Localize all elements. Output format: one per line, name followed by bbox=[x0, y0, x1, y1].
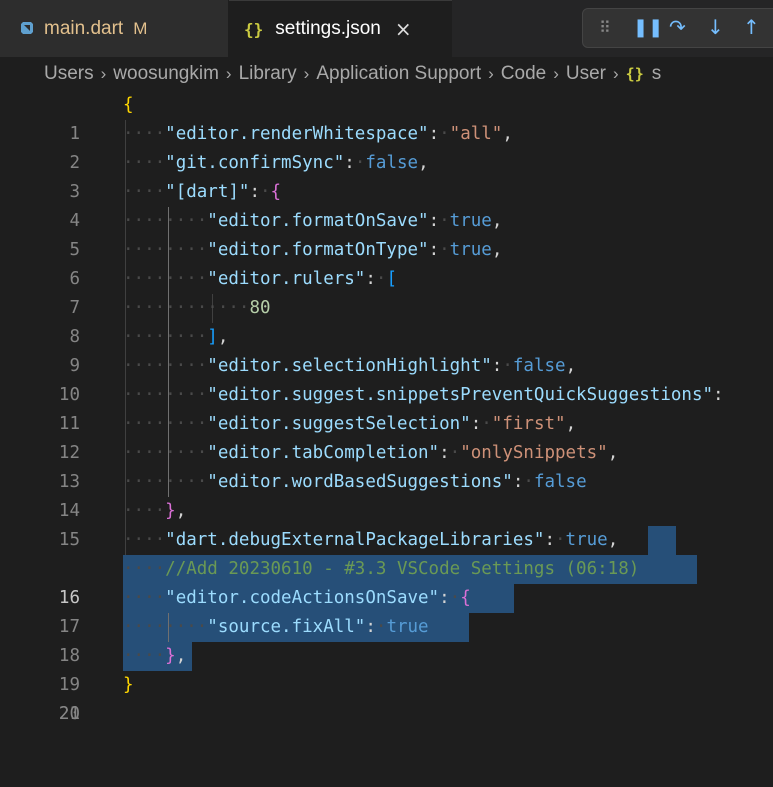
code-text: ····}, bbox=[123, 501, 187, 521]
breadcrumb-item[interactable]: woosungkim bbox=[113, 63, 219, 85]
code-text: ····//Add 20230610 - #3.3 VSCode Setting… bbox=[123, 559, 640, 579]
code-text: ········"editor.suggestSelection":·"firs… bbox=[123, 414, 577, 434]
tab-label: main.dart bbox=[44, 17, 124, 39]
modified-indicator: M bbox=[133, 18, 148, 38]
json-braces-icon: {} bbox=[244, 19, 264, 39]
chevron-right-icon: › bbox=[488, 64, 494, 83]
code-text: { bbox=[123, 95, 134, 115]
code-text: ········"editor.formatOnSave":·true, bbox=[123, 211, 503, 231]
breadcrumb-item[interactable]: Users bbox=[44, 63, 94, 85]
chevron-right-icon: › bbox=[613, 64, 619, 83]
code-line[interactable]: 20 ····}, bbox=[0, 642, 773, 724]
code-text: ········"editor.selectionHighlight":·fal… bbox=[123, 356, 577, 376]
code-line[interactable]: 1 { bbox=[0, 91, 773, 144]
step-over-icon[interactable]: ↷ bbox=[669, 15, 686, 39]
code-text: ········"source.fixAll":·true bbox=[123, 617, 429, 637]
code-text: ········"editor.suggest.snippetsPreventQ… bbox=[123, 385, 724, 405]
code-line[interactable]: 8 ············80 bbox=[0, 294, 773, 347]
debug-toolbar: ⠿ ❚❚ ↷ ↓ ↑ bbox=[582, 8, 773, 48]
code-text: ····"dart.debugExternalPackageLibraries"… bbox=[123, 530, 619, 550]
code-line[interactable]: 4 ····"[dart]":·{ bbox=[0, 178, 773, 231]
step-out-icon[interactable]: ↑ bbox=[743, 15, 760, 39]
dart-icon bbox=[21, 22, 33, 34]
chevron-right-icon: › bbox=[303, 64, 310, 83]
breadcrumb-item[interactable]: Application Support bbox=[316, 63, 481, 85]
code-text: ····"[dart]":·{ bbox=[123, 182, 282, 202]
code-text: ····"git.confirmSync":·false, bbox=[123, 153, 429, 173]
chevron-right-icon: › bbox=[225, 64, 232, 83]
code-line[interactable]: 5 ········"editor.formatOnSave":·true, bbox=[0, 207, 773, 260]
tab-settings-json[interactable]: {} settings.json × bbox=[229, 0, 452, 57]
code-line[interactable]: 13 ········"editor.tabCompletion":·"only… bbox=[0, 439, 773, 492]
chevron-right-icon: › bbox=[553, 64, 559, 83]
tab-bar: main.dart M {} settings.json × ⠿ ❚❚ ↷ ↓ … bbox=[0, 0, 773, 57]
code-text: ········"editor.formatOnType":·true, bbox=[123, 240, 503, 260]
code-text: ····"editor.codeActionsOnSave":·{ bbox=[123, 588, 471, 608]
code-line[interactable]: 18 ····"editor.codeActionsOnSave":·{ bbox=[0, 584, 773, 666]
code-line[interactable]: 15 ····}, bbox=[0, 497, 773, 550]
breadcrumb-item[interactable]: Library bbox=[239, 63, 297, 85]
code-text: } bbox=[123, 675, 134, 695]
code-line[interactable]: 6 ········"editor.formatOnType":·true, bbox=[0, 236, 773, 289]
code-line[interactable]: 3 ····"git.confirmSync":·false, bbox=[0, 149, 773, 202]
code-line[interactable]: 12 ········"editor.suggestSelection":·"f… bbox=[0, 410, 773, 463]
code-text: ············80 bbox=[123, 298, 271, 318]
chevron-right-icon: › bbox=[100, 64, 107, 83]
breadcrumb-item[interactable]: Code bbox=[501, 63, 546, 85]
selection-highlight bbox=[648, 526, 676, 555]
code-line[interactable]: 21 } bbox=[0, 671, 773, 724]
code-line[interactable]: 2 ····"editor.renderWhitespace":·"all", bbox=[0, 120, 773, 173]
code-text: ········], bbox=[123, 327, 229, 347]
tab-label: settings.json bbox=[275, 18, 381, 39]
pause-icon[interactable]: ❚❚ bbox=[633, 17, 663, 38]
breadcrumb-item[interactable]: User bbox=[566, 63, 606, 85]
code-line[interactable]: 10 ········"editor.selectionHighlight":·… bbox=[0, 352, 773, 405]
code-line[interactable]: 7 ········"editor.rulers":·[ bbox=[0, 265, 773, 318]
code-line-active[interactable]: 16 ····"dart.debugExternalPackageLibrari… bbox=[0, 526, 773, 608]
line-number: 21 bbox=[58, 704, 80, 724]
breadcrumb: Users › woosungkim › Library › Applicati… bbox=[0, 57, 773, 91]
breadcrumb-item[interactable]: s bbox=[652, 63, 662, 85]
code-line[interactable]: 14 ········"editor.wordBasedSuggestions"… bbox=[0, 468, 773, 521]
step-into-icon[interactable]: ↓ bbox=[707, 15, 724, 39]
json-braces-icon: {} bbox=[625, 65, 644, 83]
code-line[interactable]: 9 ········], bbox=[0, 323, 773, 376]
close-icon[interactable]: × bbox=[395, 17, 412, 41]
code-line[interactable]: 19 ········"source.fixAll":·true bbox=[0, 613, 773, 695]
tab-main-dart[interactable]: main.dart M bbox=[0, 0, 229, 57]
code-text: ····"editor.renderWhitespace":·"all", bbox=[123, 124, 513, 144]
drag-grip-icon[interactable]: ⠿ bbox=[599, 18, 611, 37]
code-line[interactable]: 17 ····//Add 20230610 - #3.3 VSCode Sett… bbox=[0, 555, 773, 637]
code-editor[interactable]: 1 { 2 ····"editor.renderWhitespace":·"al… bbox=[0, 91, 773, 724]
code-line[interactable]: 11 ········"editor.suggest.snippetsPreve… bbox=[0, 381, 773, 434]
code-text: ········"editor.wordBasedSuggestions":·f… bbox=[123, 472, 587, 492]
code-text: ········"editor.rulers":·[ bbox=[123, 269, 397, 289]
code-text: ····}, bbox=[123, 646, 187, 666]
code-text: ········"editor.tabCompletion":·"onlySni… bbox=[123, 443, 619, 463]
